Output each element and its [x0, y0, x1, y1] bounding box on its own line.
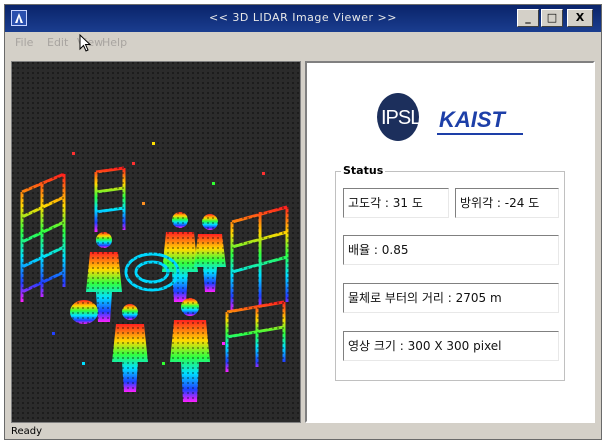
altitude-field: 고도각 : 31 도	[343, 188, 449, 218]
title-bar[interactable]: << 3D LIDAR Image Viewer >> _ □ X	[5, 5, 601, 32]
lidar-viewport[interactable]	[11, 61, 301, 423]
zoom-ratio-field: 배율 : 0.85	[343, 235, 559, 265]
azimuth-field: 방위각 : -24 도	[455, 188, 559, 218]
distance-field: 물체로 부터의 거리 : 2705 m	[343, 283, 559, 313]
point-cloud-image	[12, 62, 300, 422]
kaist-logo-underline	[437, 133, 523, 135]
window-title: << 3D LIDAR Image Viewer >>	[209, 11, 397, 24]
menu-edit[interactable]: Edit	[47, 36, 68, 49]
close-button[interactable]: X	[567, 9, 593, 27]
main-window: << 3D LIDAR Image Viewer >> _ □ X File E…	[4, 4, 602, 440]
menu-help[interactable]: Help	[102, 36, 127, 49]
kaist-logo-text: KAIST	[439, 107, 505, 132]
maximize-button[interactable]: □	[541, 9, 563, 27]
image-size-field: 영상 크기 : 300 X 300 pixel	[343, 331, 559, 361]
minimize-button[interactable]: _	[517, 9, 539, 27]
status-bar: Ready	[11, 426, 43, 437]
menu-file[interactable]: File	[15, 36, 33, 49]
status-panel: IPSL KAIST Status 고도각 : 31 도 방위각 : -24 도…	[305, 61, 595, 423]
status-group-label: Status	[341, 164, 386, 177]
ipsl-logo-text: IPSL	[381, 107, 421, 129]
mouse-cursor-icon	[79, 34, 92, 52]
menu-bar: File Edit View Help	[5, 32, 601, 54]
